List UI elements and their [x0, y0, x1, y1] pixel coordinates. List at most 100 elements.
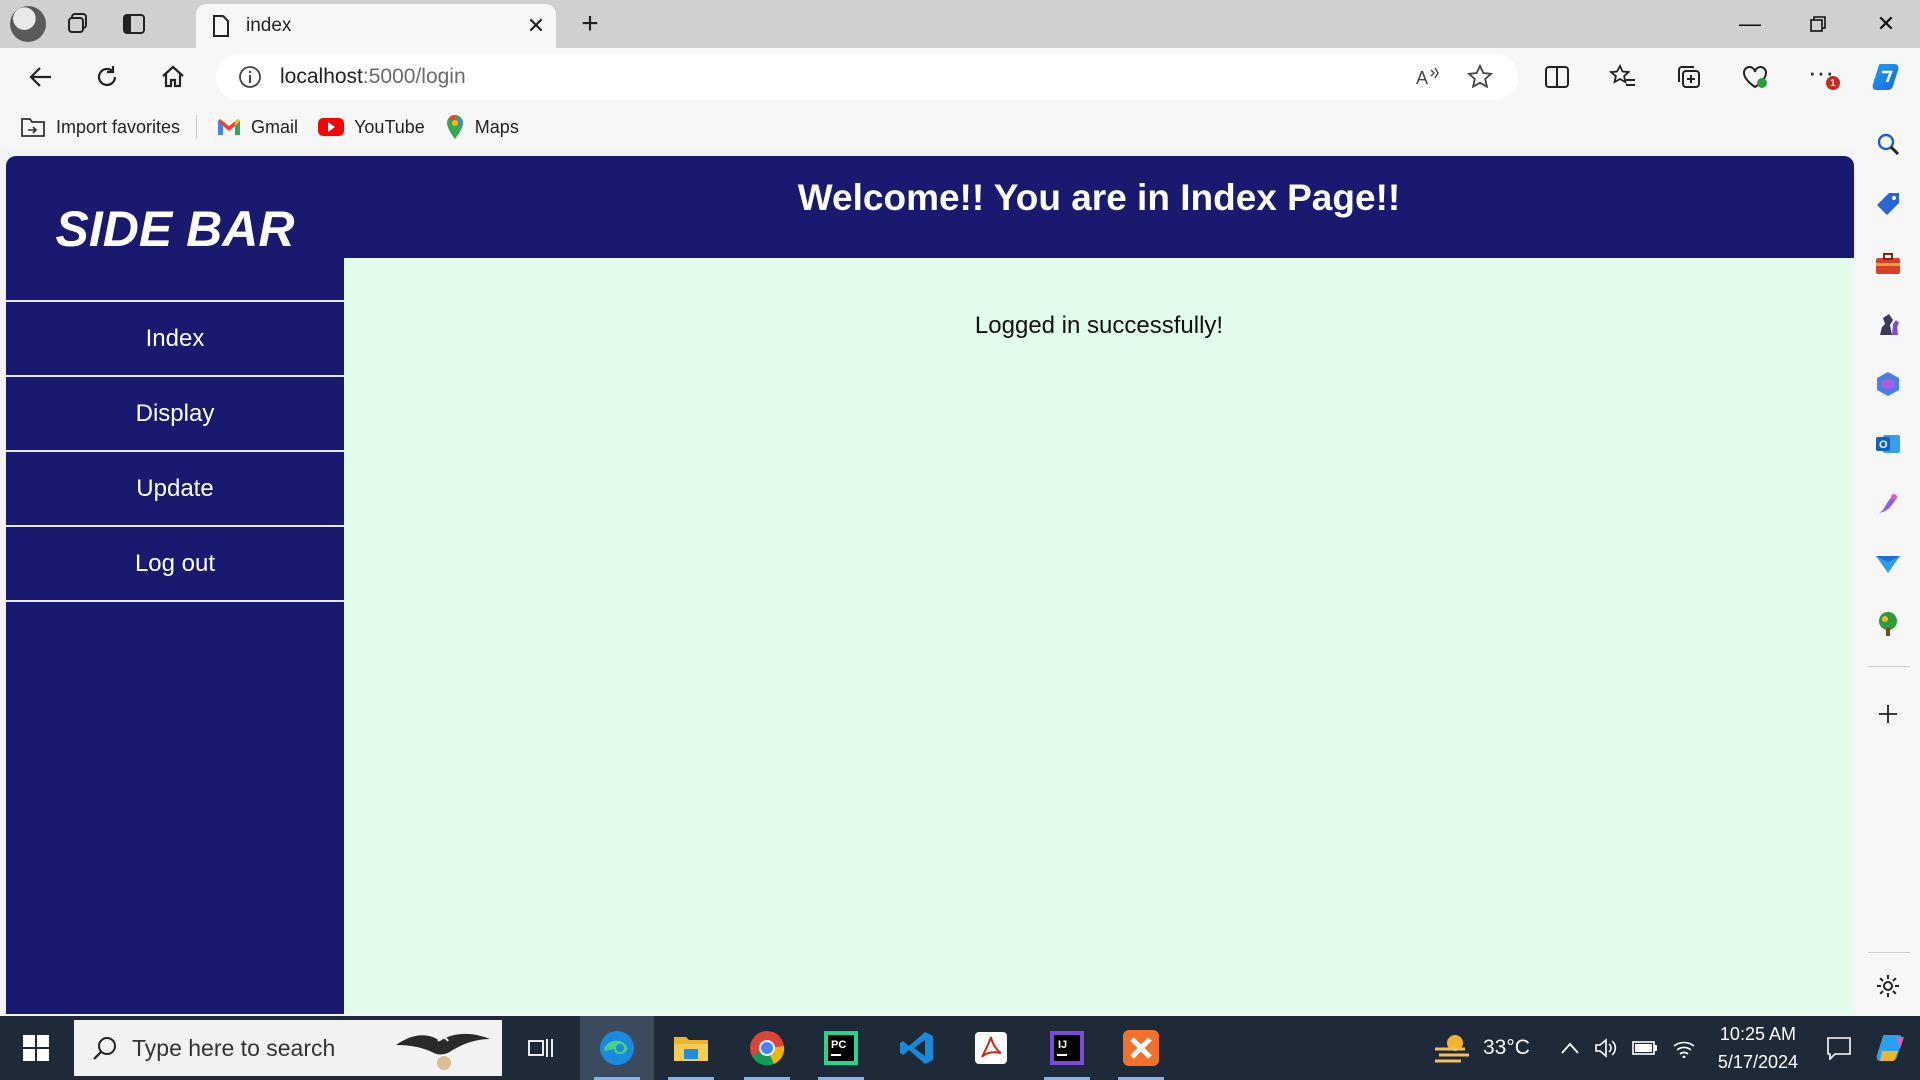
microsoft-365-icon[interactable]	[1856, 364, 1920, 404]
windows-taskbar: Type here to search PC IJ 33°C 10:25 AM …	[0, 1016, 1920, 1080]
task-view-icon[interactable]	[504, 1016, 578, 1080]
fav-gmail[interactable]: Gmail	[217, 117, 298, 138]
sidebar-title: SIDE BAR	[55, 201, 295, 257]
windows-start-icon[interactable]	[0, 1016, 72, 1080]
search-icon	[92, 1035, 118, 1061]
taskbar-search[interactable]: Type here to search	[74, 1020, 502, 1076]
page-title: Welcome!! You are in Index Page!!	[797, 177, 1401, 218]
home-icon[interactable]	[150, 54, 196, 100]
copilot-icon[interactable]	[1854, 54, 1920, 100]
browser-toolbar: localhost:5000/login A ··· 1	[0, 48, 1920, 106]
outlook-icon[interactable]: O	[1856, 424, 1920, 464]
haze-icon	[1435, 1035, 1469, 1063]
temperature: 33°C	[1483, 1036, 1530, 1059]
edge-sidebar: O	[1856, 106, 1920, 1016]
pycharm-icon[interactable]: PC	[804, 1016, 878, 1080]
copilot-taskbar-icon[interactable]	[1874, 1031, 1908, 1065]
restore-icon[interactable]	[1784, 0, 1852, 48]
sidebar-nav: Index Display Update Log out	[6, 300, 344, 602]
xampp-icon[interactable]	[1104, 1016, 1178, 1080]
intellij-icon[interactable]: IJ	[1030, 1016, 1104, 1080]
info-icon[interactable]	[230, 65, 270, 89]
favorites-icon[interactable]	[1590, 54, 1656, 100]
import-favorites-icon	[20, 115, 46, 139]
youtube-icon	[318, 118, 345, 136]
search-icon[interactable]	[1856, 124, 1920, 164]
wifi-icon[interactable]	[1672, 1038, 1696, 1058]
notifications-icon[interactable]	[1826, 1036, 1852, 1060]
fav-label: YouTube	[354, 116, 425, 137]
clock-time: 10:25 AM	[1719, 1024, 1796, 1044]
drop-send-icon[interactable]	[1856, 544, 1920, 584]
refresh-icon[interactable]	[84, 54, 130, 100]
fav-label: Gmail	[251, 116, 299, 137]
tab-title: index	[246, 15, 292, 36]
fav-youtube[interactable]: YouTube	[318, 117, 425, 138]
minimize-icon[interactable]: —	[1716, 0, 1784, 48]
fav-label: Maps	[474, 116, 519, 137]
read-aloud-icon[interactable]: A	[1402, 66, 1454, 88]
tree-icon[interactable]	[1856, 604, 1920, 644]
back-icon[interactable]	[18, 54, 64, 100]
fav-maps[interactable]: Maps	[445, 114, 519, 140]
sidebar-item-update[interactable]: Update	[6, 450, 344, 525]
notification-badge: 1	[1826, 76, 1840, 90]
favorites-bar: Import favorites Gmail YouTube Maps	[0, 106, 1920, 148]
page-viewport: SIDE BAR Index Display Update Log out We…	[6, 156, 1854, 1014]
collections-icon[interactable]	[1656, 54, 1722, 100]
fav-label: Import favorites	[56, 116, 181, 137]
close-window-icon[interactable]: ✕	[1852, 0, 1920, 48]
svg-text:O: O	[1879, 439, 1888, 451]
split-screen-icon[interactable]	[1524, 54, 1590, 100]
designer-icon[interactable]	[1856, 484, 1920, 524]
vertical-tabs-icon[interactable]	[110, 0, 158, 48]
profile-avatar[interactable]	[10, 6, 46, 42]
url-host: localhost	[280, 65, 363, 88]
file-explorer-icon[interactable]	[654, 1016, 728, 1080]
edge-taskbar-icon[interactable]	[580, 1016, 654, 1080]
settings-more-icon[interactable]: ··· 1	[1788, 54, 1854, 100]
close-tab-icon[interactable]: ✕	[516, 6, 556, 46]
search-highlight-icon	[388, 1023, 498, 1073]
sidebar-item-index[interactable]: Index	[6, 300, 344, 375]
gmail-icon	[217, 118, 241, 136]
new-tab-icon[interactable]: +	[570, 4, 610, 44]
pdf-reader-icon[interactable]	[954, 1016, 1028, 1080]
sidebar-item-display[interactable]: Display	[6, 375, 344, 450]
gear-icon[interactable]	[1856, 966, 1920, 1006]
sidebar-divider	[1868, 666, 1910, 667]
svg-text:PC: PC	[831, 1039, 846, 1051]
maps-icon	[445, 114, 465, 140]
weather-widget[interactable]: 33°C	[1433, 1031, 1530, 1065]
browser-essentials-icon[interactable]	[1722, 54, 1788, 100]
page-header: Welcome!! You are in Index Page!!	[344, 156, 1854, 258]
browser-title-bar: index ✕ + — ✕	[0, 0, 1920, 48]
chrome-icon[interactable]	[730, 1016, 804, 1080]
address-bar[interactable]: localhost:5000/login A	[216, 54, 1518, 100]
system-tray: 33°C 10:25 AM 5/17/2024	[1433, 1016, 1920, 1080]
chevron-up-icon[interactable]	[1560, 1041, 1580, 1055]
shopping-tag-icon[interactable]	[1856, 184, 1920, 224]
vscode-icon[interactable]	[880, 1016, 954, 1080]
clock[interactable]: 10:25 AM 5/17/2024	[1718, 1020, 1798, 1076]
clock-date: 5/17/2024	[1717, 1052, 1798, 1072]
battery-icon[interactable]	[1632, 1040, 1658, 1056]
tab-index[interactable]: index ✕	[196, 4, 556, 48]
fav-import-favorites[interactable]: Import favorites	[20, 115, 180, 139]
games-chess-icon[interactable]	[1856, 304, 1920, 344]
url-text[interactable]: localhost:5000/login	[280, 65, 1402, 89]
sidebar-divider	[1868, 952, 1910, 953]
add-icon[interactable]	[1856, 694, 1920, 734]
favorites-divider	[196, 115, 198, 139]
tools-briefcase-icon[interactable]	[1856, 244, 1920, 284]
page-icon	[212, 15, 230, 37]
sidebar-item-log-out[interactable]: Log out	[6, 525, 344, 602]
favorite-star-icon[interactable]	[1454, 64, 1506, 90]
login-success-message: Logged in successfully!	[974, 312, 1224, 339]
workspaces-icon[interactable]	[54, 0, 102, 48]
svg-text:A: A	[1416, 68, 1428, 88]
sidebar: SIDE BAR Index Display Update Log out	[6, 156, 344, 1014]
volume-icon[interactable]	[1594, 1038, 1618, 1058]
search-placeholder: Type here to search	[132, 1034, 336, 1061]
url-path: :5000/login	[362, 65, 466, 88]
